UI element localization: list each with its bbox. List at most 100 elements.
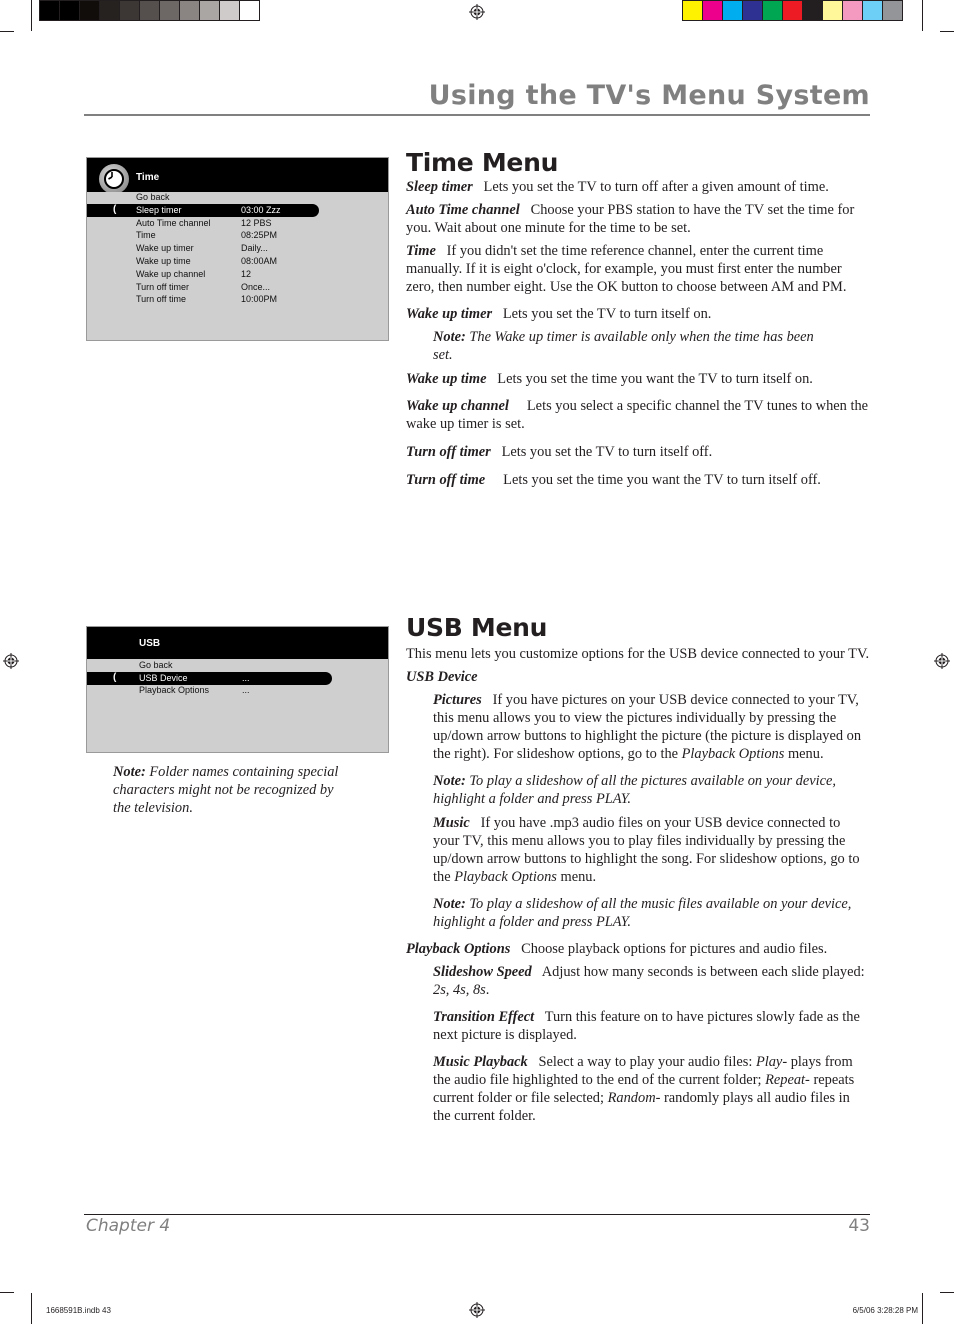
menu-reference: Playback Options: [454, 869, 557, 885]
registration-mark-icon: [469, 4, 485, 20]
color-swatch: [239, 0, 260, 21]
process-color-bar: [682, 0, 903, 21]
term: Music: [433, 815, 470, 831]
osd-item-label: Time: [136, 230, 156, 241]
osd-menu-item[interactable]: Wake up time 08:00AM: [87, 255, 388, 268]
pictures-note: Note: To play a slideshow of all the pic…: [406, 772, 870, 808]
color-swatch: [862, 0, 883, 21]
color-swatch: [782, 0, 803, 21]
description: Adjust how many seconds is between each …: [541, 964, 865, 980]
description-tail: menu.: [787, 746, 824, 762]
osd-menu-item[interactable]: Go back: [87, 659, 388, 672]
color-swatch: [219, 0, 240, 21]
note-label: Note:: [433, 896, 466, 912]
definition: Music Playback Select a way to play your…: [406, 1053, 870, 1125]
description: If you didn't set the time reference cha…: [406, 243, 847, 295]
term: Turn off timer: [406, 444, 491, 460]
definition: Wake up timer Lets you set the TV to tur…: [406, 305, 870, 323]
color-swatch: [682, 0, 703, 21]
osd-menu-item[interactable]: Turn off timer Once...: [87, 281, 388, 294]
crop-mark-top-right-h: [940, 31, 954, 32]
osd-menu-item[interactable]: Time 08:25PM: [87, 229, 388, 242]
crop-mark-bottom-left-h: [0, 1292, 14, 1293]
color-swatch: [139, 0, 160, 21]
osd-item-label: Go back: [139, 660, 173, 670]
color-swatch: [762, 0, 783, 21]
definition: Music If you have .mp3 audio files on yo…: [406, 814, 870, 886]
osd-menu-item[interactable]: Wake up timer Daily...: [87, 242, 388, 255]
color-swatch: [119, 0, 140, 21]
osd-item-value: 10:00PM: [241, 294, 278, 305]
definition: Wake up time Lets you set the time you w…: [406, 370, 870, 388]
selection-caret-icon: (: [113, 671, 117, 683]
page-title: Using the TV's Menu System: [428, 80, 870, 111]
registration-mark-icon: [469, 1302, 485, 1318]
option-name: Random-: [607, 1090, 661, 1106]
term: Wake up timer: [406, 306, 493, 322]
osd-item-value: ...: [242, 685, 250, 695]
note-text: To play a slideshow of all the pictures …: [433, 773, 837, 807]
note-label: Note:: [433, 773, 466, 789]
music-note: Note: To play a slideshow of all the mus…: [406, 895, 870, 931]
osd-item-value: ...: [242, 672, 250, 683]
osd-menu-item[interactable]: Playback Options...: [87, 684, 388, 697]
definition: Playback Options Choose playback options…: [406, 940, 870, 958]
term: Turn off time: [406, 472, 486, 488]
osd-item-value: 08:00AM: [241, 256, 278, 266]
osd-menu-item[interactable]: Auto Time channel 12 PBS: [87, 217, 388, 230]
description: Lets you set the time you want the TV to…: [497, 371, 813, 387]
section-heading: USB Menu: [406, 613, 548, 642]
osd-item-label: Playback Options: [139, 685, 210, 695]
definition: Turn off timer Lets you set the TV to tu…: [406, 443, 870, 461]
definition: Turn off time Lets you set the time you …: [406, 471, 870, 489]
color-swatch: [39, 0, 60, 21]
subheading: USB Device: [406, 669, 478, 685]
menu-reference: Playback Options: [681, 746, 785, 762]
definition: Slideshow Speed Adjust how many seconds …: [406, 963, 870, 999]
osd-header-bar: [87, 627, 388, 659]
term: Slideshow Speed: [433, 964, 532, 980]
crop-mark-bottom-right-h: [940, 1292, 954, 1293]
description: Lets you set the TV to turn off after a …: [483, 179, 829, 195]
osd-item-value: 12: [241, 268, 252, 279]
description: Select a way to play your audio files:: [538, 1054, 753, 1070]
term: Playback Options: [406, 941, 511, 957]
slug-file-info: 1668591B.indb 43: [46, 1306, 111, 1315]
term: Wake up channel: [406, 398, 509, 414]
osd-item-label: Sleep timer: [136, 204, 182, 215]
term: Wake up time: [406, 371, 487, 387]
osd-item-value: Once...: [241, 281, 271, 292]
osd-menu-item[interactable]: Wake up channel 12: [87, 268, 388, 281]
title-rule: [84, 114, 870, 116]
clock-icon: [99, 164, 129, 194]
usb-intro: This menu lets you customize options for…: [406, 646, 870, 662]
crop-mark-bottom-left-v: [31, 1293, 32, 1324]
osd-title: USB: [139, 638, 161, 649]
chapter-label: Chapter 4: [86, 1216, 171, 1236]
osd-menu-item[interactable]: (USB Device...: [87, 671, 388, 685]
page-number: 43: [848, 1216, 870, 1236]
color-swatch: [822, 0, 843, 21]
osd-item-label: Turn off time: [136, 294, 187, 305]
description-tail: .: [485, 982, 490, 998]
osd-item-label: Wake up time: [136, 256, 191, 266]
description: Lets you set the TV to turn itself on.: [502, 306, 712, 322]
definition: Sleep timer Lets you set the TV to turn …: [406, 178, 870, 196]
osd-menu-item[interactable]: Turn off time 10:00PM: [87, 293, 388, 306]
osd-item-value: 12 PBS: [241, 217, 272, 228]
footer-rule: [84, 1214, 870, 1215]
selection-highlight: [87, 203, 319, 217]
osd-title: Time: [136, 172, 160, 183]
definition: Auto Time channel Choose your PBS statio…: [406, 201, 870, 237]
description: Lets you set the TV to turn itself off.: [501, 444, 713, 460]
usb-menu-screenshot: USB Go back(USB Device... Playback Option…: [86, 626, 389, 753]
osd-menu-item[interactable]: Go back: [87, 191, 388, 204]
definition: Pictures If you have pictures on your US…: [406, 691, 870, 763]
option-name: Play-: [755, 1054, 788, 1070]
osd-menu-item[interactable]: (Sleep timer 03:00 Zzz: [87, 203, 388, 217]
term: Pictures: [433, 692, 482, 708]
note-text: To play a slideshow of all the music fil…: [433, 896, 852, 930]
osd-item-value: 08:25PM: [241, 230, 278, 241]
selection-caret-icon: (: [113, 203, 117, 215]
term: Auto Time channel: [406, 202, 520, 218]
